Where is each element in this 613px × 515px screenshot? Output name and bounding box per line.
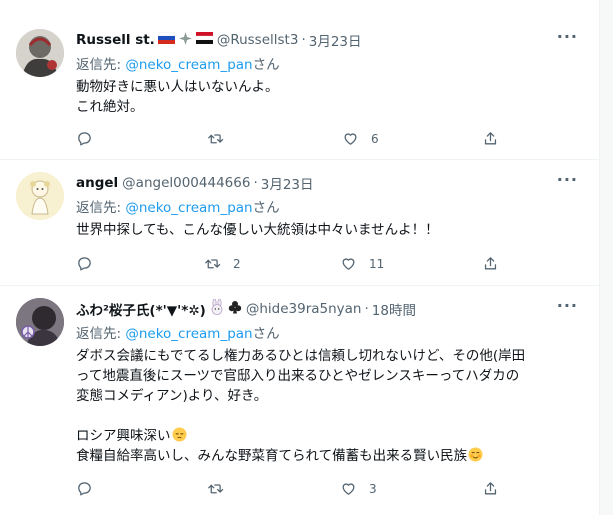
tweet-text: ダボス会議にもでてるし権力あるひとは信頼し切れないけど、その他(岸田 って地震直… — [76, 346, 584, 466]
timestamp[interactable]: 3月23日 — [309, 30, 362, 50]
action-bar: 6 — [76, 130, 506, 150]
tweet-text-segment: ロシア興味深い — [76, 428, 171, 444]
avatar-image — [16, 298, 64, 346]
reply-mention-link[interactable]: @neko_cream_pan — [125, 326, 252, 342]
heart-icon — [344, 133, 357, 145]
like-count: 11 — [369, 256, 385, 271]
retweet-button[interactable]: 2 — [204, 255, 241, 272]
tweet-text: 世界中探しても、こんな優しい大統領は中々いませんよ！！ — [76, 220, 584, 240]
club-suit-icon — [228, 300, 242, 318]
reply-icon — [78, 482, 91, 496]
tweet-header: angel @angel000444666 · 3月23日 — [76, 173, 580, 193]
like-count: 3 — [369, 481, 377, 496]
avatar-image — [16, 172, 64, 220]
pensive-face-icon — [171, 427, 187, 442]
share-button[interactable] — [482, 130, 499, 147]
tweet-text: 動物好きに悪い人はいないんよ。 これ絶対。 — [76, 77, 584, 117]
reply-button[interactable] — [76, 130, 105, 147]
avatar[interactable] — [16, 172, 64, 220]
more-options-icon[interactable]: ··· — [557, 27, 578, 46]
avatar-image — [16, 29, 64, 77]
share-button[interactable] — [482, 480, 499, 497]
avatar[interactable] — [16, 298, 64, 346]
reply-to-line: 返信先: @neko_cream_panさん — [76, 196, 280, 216]
reply-feed: Russell st. @Russellst3 · 3月23日 ··· 返信先:… — [0, 0, 600, 515]
tweet-header: ふわ²桜子氏(*'▼'*✲) @hide39ra5nyan · 18時間 — [76, 298, 580, 319]
retweet-icon — [208, 134, 224, 144]
display-name[interactable]: ふわ²桜子氏(*'▼'*✲) — [76, 299, 206, 319]
tweet-text-line: 変態コメディアン)より、好き。 — [76, 388, 268, 404]
display-name[interactable]: angel — [76, 175, 118, 191]
separator-dot: · — [364, 301, 369, 317]
reply-button[interactable] — [76, 480, 105, 497]
separator-dot: · — [301, 32, 306, 48]
user-handle[interactable]: @hide39ra5nyan — [246, 301, 362, 317]
reply-mention-link[interactable]: @neko_cream_pan — [125, 200, 252, 216]
share-icon — [484, 132, 497, 145]
reply-suffix: さん — [252, 200, 280, 216]
more-options-icon[interactable]: ··· — [557, 296, 578, 315]
reply-prefix: 返信先: — [76, 57, 126, 73]
share-icon — [484, 257, 497, 270]
smiling-face-icon — [468, 447, 483, 462]
reply-prefix: 返信先: — [76, 200, 126, 216]
tweet-text-line-with-emoji: 食糧自給率高いし、みんな野菜育てられて備蓄も出来る賢い民族 — [76, 446, 584, 466]
reply-button[interactable] — [76, 255, 105, 272]
reply-suffix: さん — [252, 57, 280, 73]
action-bar: 2 11 — [76, 255, 506, 275]
action-bar: 3 — [76, 480, 506, 500]
retweet-button[interactable] — [207, 480, 236, 497]
retweet-button[interactable] — [207, 130, 236, 147]
share-icon — [484, 482, 497, 495]
tweet-text-line: これ絶対。 — [76, 99, 144, 115]
reply-icon — [78, 132, 91, 146]
retweet-count: 2 — [233, 256, 241, 271]
sparkle-leaf-icon — [178, 31, 193, 50]
more-options-icon[interactable]: ··· — [557, 170, 578, 189]
like-count: 6 — [371, 131, 379, 146]
like-button[interactable]: 3 — [340, 480, 377, 497]
reply-to-line: 返信先: @neko_cream_panさん — [76, 322, 280, 342]
user-handle[interactable]: @Russellst3 — [217, 32, 299, 48]
yemen-flag-icon — [195, 32, 213, 48]
timestamp[interactable]: 3月23日 — [261, 173, 314, 193]
reply-prefix: 返信先: — [76, 326, 126, 342]
like-button[interactable]: 11 — [340, 255, 384, 272]
reply-to-line: 返信先: @neko_cream_panさん — [76, 53, 280, 73]
reply-icon — [78, 257, 91, 271]
user-handle[interactable]: @angel000444666 — [122, 175, 250, 191]
tweet-text-line-with-emoji: ロシア興味深い — [76, 426, 584, 446]
separator-dot: · — [253, 175, 258, 191]
tweet-text-line: ダボス会議にもでてるし権力あるひとは信頼し切れないけど、その他(岸田 — [76, 348, 526, 364]
display-name[interactable]: Russell st. — [76, 32, 155, 48]
heart-icon — [342, 483, 355, 495]
tweet-reply[interactable]: angel @angel000444666 · 3月23日 ··· 返信先: @… — [0, 160, 600, 286]
rabbit-face-icon — [209, 298, 225, 319]
like-button[interactable]: 6 — [342, 130, 379, 147]
tweet-header: Russell st. @Russellst3 · 3月23日 — [76, 30, 580, 50]
tweet-text-segment: 食糧自給率高いし、みんな野菜育てられて備蓄も出来る賢い民族 — [76, 448, 468, 464]
retweet-icon — [205, 259, 221, 269]
tweet-text-line: 動物好きに悪い人はいないんよ。 — [76, 79, 279, 95]
tweet-text-line: って地震直後にスーツで官邸入り出来るひとやゼレンスキーってハダカの — [76, 368, 520, 384]
tweet-reply[interactable]: Russell st. @Russellst3 · 3月23日 ··· 返信先:… — [0, 17, 600, 160]
retweet-icon — [208, 484, 224, 494]
reply-suffix: さん — [252, 326, 280, 342]
share-button[interactable] — [482, 255, 499, 272]
heart-icon — [342, 258, 355, 270]
avatar[interactable] — [16, 29, 64, 77]
reply-mention-link[interactable]: @neko_cream_pan — [125, 57, 252, 73]
scrollbar-track[interactable] — [600, 0, 613, 515]
timestamp[interactable]: 18時間 — [372, 299, 416, 319]
russia-flag-icon — [157, 31, 176, 48]
tweet-text-line: 世界中探しても、こんな優しい大統領は中々いませんよ！！ — [76, 222, 439, 238]
tweet-reply[interactable]: ふわ²桜子氏(*'▼'*✲) @hide39ra5nyan · 18時間 ···… — [0, 286, 600, 515]
